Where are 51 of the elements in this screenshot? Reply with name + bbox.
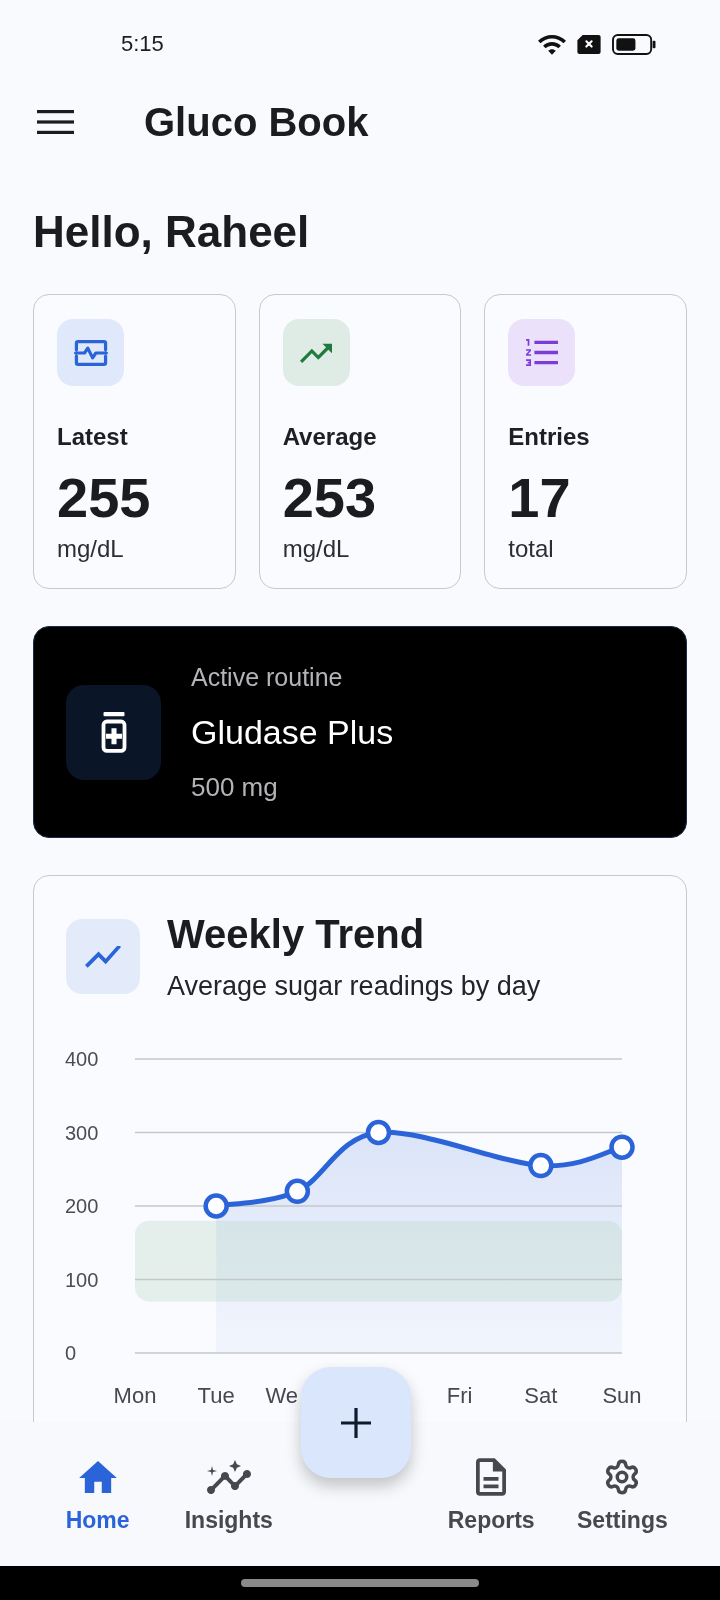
add-button[interactable] — [301, 1367, 411, 1478]
nav-tab[interactable]: Reports — [447, 1458, 535, 1534]
card-subtitle: Average sugar readings by day — [167, 970, 541, 1003]
data-point — [284, 1178, 311, 1205]
axis-label: We — [265, 1383, 298, 1408]
nav-tab[interactable]: Settings — [577, 1458, 668, 1534]
stat-unit: mg/dL — [282, 534, 350, 564]
axis-label: 0 — [65, 1342, 77, 1364]
stat-unit: total — [508, 534, 554, 564]
stat-label: Entries — [508, 422, 590, 452]
routine-name: Gludase Plus — [191, 711, 394, 752]
axis-label: 400 — [65, 1048, 99, 1070]
axis-label: 300 — [65, 1121, 99, 1144]
card-title: Weekly Trend — [167, 911, 425, 957]
data-point — [609, 1134, 635, 1160]
heart-monitor-icon — [57, 319, 124, 386]
data-point — [365, 1119, 392, 1146]
stat-value: 255 — [57, 468, 151, 528]
numbered-list-icon — [508, 319, 576, 386]
stat-value: 17 — [508, 468, 571, 528]
app-title: Gluco Book — [144, 99, 369, 146]
battery-icon — [612, 33, 656, 55]
medicine-bottle-icon — [66, 684, 161, 780]
axis-label: Tue — [197, 1383, 235, 1408]
stat-label: Average — [282, 422, 377, 452]
axis-label: 100 — [65, 1268, 99, 1291]
sim-card-icon — [577, 34, 601, 54]
plus-icon — [341, 1407, 371, 1438]
home-indicator[interactable] — [241, 1579, 479, 1587]
document-icon — [476, 1458, 507, 1496]
routine-caption: Active routine — [191, 661, 343, 692]
data-point — [528, 1152, 554, 1179]
nav-tab[interactable]: Home — [65, 1458, 130, 1534]
axis-label: Sat — [524, 1383, 558, 1408]
home-icon — [78, 1461, 117, 1493]
trend-up-icon — [282, 319, 350, 386]
axis-label: Mon — [113, 1383, 157, 1408]
axis-label: Sun — [602, 1383, 642, 1408]
status-time: 5:15 — [121, 30, 164, 58]
stat-unit: mg/dL — [57, 534, 124, 564]
greeting: Hello, Raheel — [33, 206, 310, 258]
data-point — [203, 1193, 229, 1219]
menu-icon[interactable] — [37, 110, 74, 134]
axis-label: 200 — [65, 1195, 99, 1217]
stat-value: 253 — [282, 468, 377, 528]
stat-label: Latest — [57, 422, 128, 452]
wifi-icon — [538, 33, 566, 55]
nav-tab[interactable]: Insights — [184, 1458, 273, 1534]
trend-sparkle-icon — [206, 1460, 251, 1494]
routine-dose: 500 mg — [191, 770, 278, 803]
axis-label: Fri — [446, 1383, 473, 1408]
